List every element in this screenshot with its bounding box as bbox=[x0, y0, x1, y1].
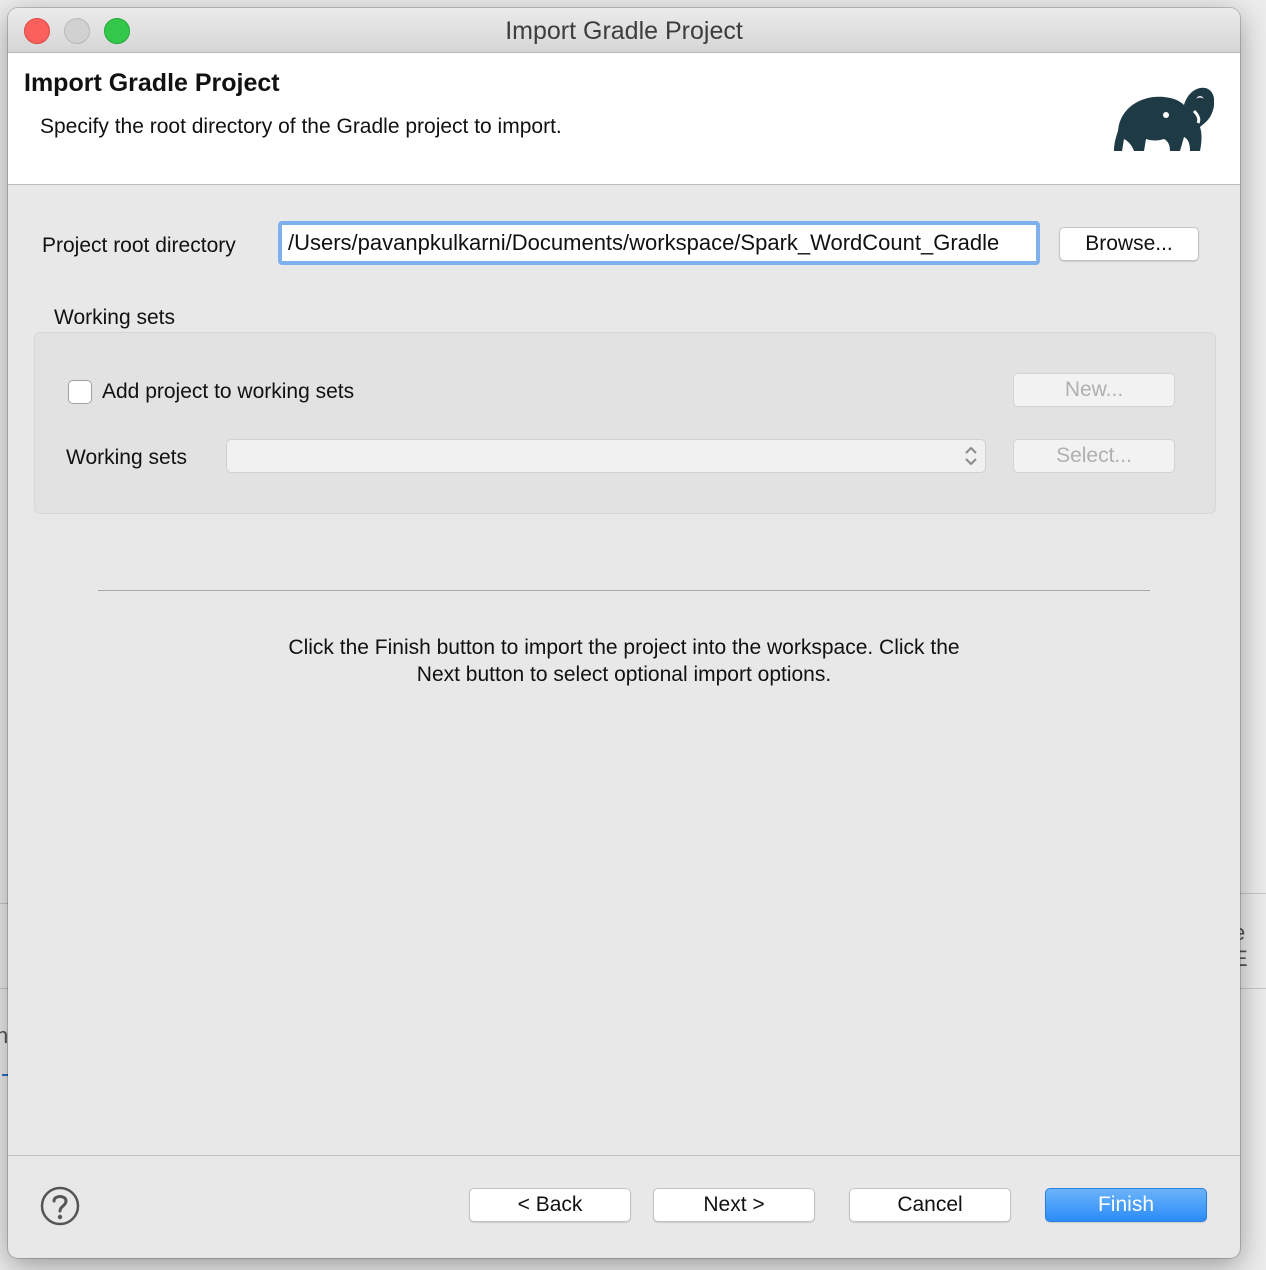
add-to-working-sets-label[interactable]: Add project to working sets bbox=[102, 380, 354, 404]
footer-separator bbox=[8, 1155, 1240, 1156]
add-to-working-sets-checkbox[interactable] bbox=[68, 380, 92, 404]
finish-info-line: Next button to select optional import op… bbox=[416, 663, 832, 686]
select-working-set-button[interactable]: Select... bbox=[1013, 439, 1175, 473]
background-window-divider bbox=[0, 988, 8, 989]
finish-info-line: Click the Finish button to import the pr… bbox=[288, 636, 960, 659]
background-window-divider bbox=[1240, 893, 1266, 894]
back-button[interactable]: < Back bbox=[469, 1188, 631, 1222]
background-window-divider bbox=[0, 903, 8, 904]
working-sets-group bbox=[34, 332, 1216, 514]
import-gradle-dialog: Import Gradle Project Import Gradle Proj… bbox=[8, 8, 1240, 1258]
finish-button[interactable]: Finish bbox=[1045, 1188, 1207, 1222]
help-icon[interactable] bbox=[40, 1186, 80, 1226]
project-root-label: Project root directory bbox=[42, 234, 236, 257]
new-working-set-button[interactable]: New... bbox=[1013, 373, 1175, 407]
project-root-input[interactable] bbox=[278, 221, 1040, 265]
background-window-divider bbox=[1240, 988, 1266, 989]
background-text-fragment: n bbox=[0, 1023, 9, 1048]
wizard-header: Import Gradle Project Specify the root d… bbox=[8, 53, 1240, 185]
gradle-elephant-icon bbox=[1114, 87, 1214, 151]
title-bar: Import Gradle Project bbox=[8, 8, 1240, 53]
working-sets-group-label: Working sets bbox=[54, 306, 175, 329]
wizard-description: Specify the root directory of the Gradle… bbox=[40, 115, 562, 138]
wizard-title: Import Gradle Project bbox=[24, 69, 280, 97]
cancel-button[interactable]: Cancel bbox=[849, 1188, 1011, 1222]
content-separator bbox=[98, 590, 1150, 591]
browse-button[interactable]: Browse... bbox=[1059, 227, 1199, 261]
working-sets-combo[interactable] bbox=[226, 439, 986, 473]
updown-chevron-icon bbox=[965, 446, 977, 466]
next-button[interactable]: Next > bbox=[653, 1188, 815, 1222]
working-sets-field-label: Working sets bbox=[66, 446, 187, 469]
finish-info-text: Click the Finish button to import the pr… bbox=[98, 634, 1150, 688]
window-title: Import Gradle Project bbox=[505, 17, 743, 45]
